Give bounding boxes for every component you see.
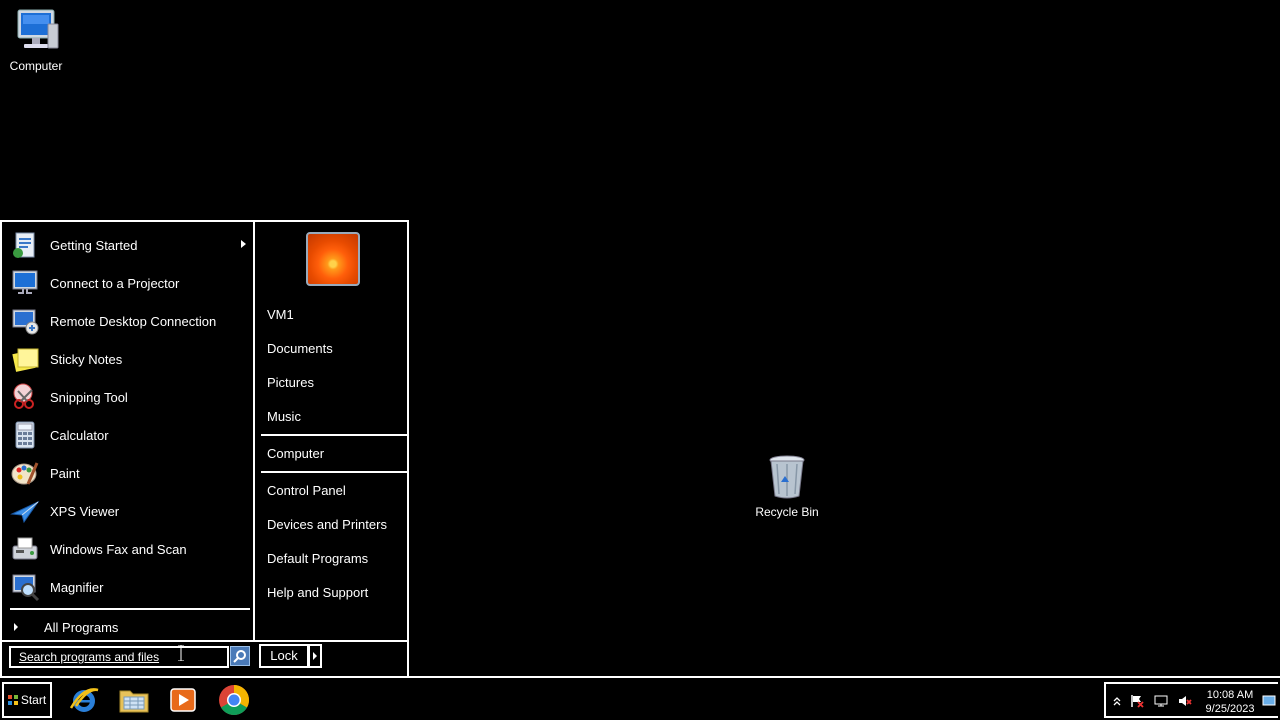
volume-muted-icon[interactable] [1178, 694, 1192, 708]
internet-explorer-icon [69, 688, 99, 712]
computer-icon [17, 9, 59, 49]
place-computer[interactable]: Computer [267, 444, 324, 464]
place-help-support[interactable]: Help and Support [267, 583, 368, 603]
recycle-bin-icon [769, 455, 805, 499]
system-tray: 10:08 AM 9/25/2023 [1104, 682, 1278, 718]
xps-viewer-icon [8, 494, 42, 528]
action-center-flag-icon[interactable] [1130, 694, 1144, 708]
places-separator [261, 471, 407, 473]
user-picture-flower[interactable] [306, 232, 360, 286]
all-programs-label: All Programs [44, 619, 119, 635]
programs-pane: Getting Started Connect to a Projector R… [2, 222, 255, 640]
snipping-tool-icon [8, 380, 42, 414]
projector-icon [8, 266, 42, 300]
program-getting-started[interactable]: Getting Started [8, 227, 252, 263]
media-player-icon [170, 688, 196, 712]
program-label: Windows Fax and Scan [50, 541, 187, 557]
program-fax-scan[interactable]: Windows Fax and Scan [8, 531, 252, 567]
clock-time: 10:08 AM [1206, 689, 1254, 701]
desktop-icon-recycle-bin[interactable]: Recycle Bin [747, 454, 827, 519]
program-label: Sticky Notes [50, 351, 123, 367]
remote-desktop-icon [8, 304, 42, 338]
place-devices-printers[interactable]: Devices and Printers [267, 515, 387, 535]
chevron-right-icon [14, 623, 18, 631]
program-calculator[interactable]: Calculator [8, 417, 252, 453]
search-input[interactable] [9, 646, 229, 668]
lock-button[interactable]: Lock [259, 644, 309, 668]
place-default-programs[interactable]: Default Programs [267, 549, 368, 569]
network-icon[interactable] [1154, 694, 1168, 708]
desktop-icon-label: Recycle Bin [755, 505, 819, 519]
text-cursor-icon [178, 645, 184, 661]
submenu-arrow-icon [241, 240, 246, 248]
start-menu-bottom-separator [2, 640, 407, 642]
place-documents[interactable]: Documents [267, 339, 333, 359]
program-label: XPS Viewer [50, 503, 120, 519]
chevron-up-icon [1113, 697, 1121, 706]
start-button[interactable]: Start [2, 682, 52, 718]
sticky-notes-icon [8, 342, 42, 376]
show-desktop-icon[interactable] [1262, 694, 1276, 708]
place-user-folder[interactable]: VM1 [267, 305, 294, 325]
program-sticky-notes[interactable]: Sticky Notes [8, 341, 252, 377]
clock[interactable]: 10:08 AM 9/25/2023 [1200, 688, 1260, 716]
program-label: Paint [50, 465, 80, 481]
place-music[interactable]: Music [267, 407, 301, 427]
desktop-icon-computer[interactable]: Computer [0, 8, 76, 73]
desktop-icon-label: Computer [9, 59, 63, 73]
program-xps-viewer[interactable]: XPS Viewer [8, 493, 252, 529]
taskbar-pin-media-player[interactable] [163, 682, 203, 718]
getting-started-icon [8, 228, 42, 262]
taskbar-pin-chrome[interactable] [214, 682, 254, 718]
show-hidden-icons-arrow[interactable] [1110, 694, 1124, 708]
chrome-icon [219, 685, 250, 716]
program-connect-projector[interactable]: Connect to a Projector [8, 265, 252, 301]
search-icon [233, 650, 246, 663]
program-label: Getting Started [50, 237, 138, 253]
start-menu: Getting Started Connect to a Projector R… [0, 220, 409, 676]
calculator-icon [8, 418, 42, 452]
windows-logo-icon [7, 695, 18, 705]
program-label: Remote Desktop Connection [50, 313, 217, 329]
start-label: Start [20, 693, 47, 707]
program-remote-desktop[interactable]: Remote Desktop Connection [8, 303, 252, 339]
program-paint[interactable]: Paint [8, 455, 252, 491]
chevron-right-icon [313, 652, 317, 660]
taskbar: Start 10:08 AM 9/25/2023 [0, 676, 1280, 720]
program-label: Snipping Tool [50, 389, 128, 405]
place-control-panel[interactable]: Control Panel [267, 481, 346, 501]
programs-separator [10, 608, 250, 610]
search-button[interactable] [230, 646, 250, 666]
program-magnifier[interactable]: Magnifier [8, 569, 252, 605]
taskbar-pin-internet-explorer[interactable] [64, 682, 104, 718]
file-explorer-icon [119, 690, 149, 713]
places-pane: VM1 Documents Pictures Music Computer Co… [257, 222, 407, 640]
places-separator [261, 434, 407, 436]
all-programs-button[interactable]: All Programs [14, 616, 250, 638]
place-pictures[interactable]: Pictures [267, 373, 314, 393]
program-label: Magnifier [50, 579, 104, 595]
paint-icon [8, 456, 42, 490]
fax-scan-icon [8, 532, 42, 566]
taskbar-pin-file-explorer[interactable] [114, 682, 154, 718]
program-snipping-tool[interactable]: Snipping Tool [8, 379, 252, 415]
magnifier-icon [8, 570, 42, 604]
program-label: Calculator [50, 427, 109, 443]
shutdown-options-button[interactable] [308, 644, 322, 668]
program-label: Connect to a Projector [50, 275, 180, 291]
clock-date: 9/25/2023 [1205, 703, 1255, 715]
